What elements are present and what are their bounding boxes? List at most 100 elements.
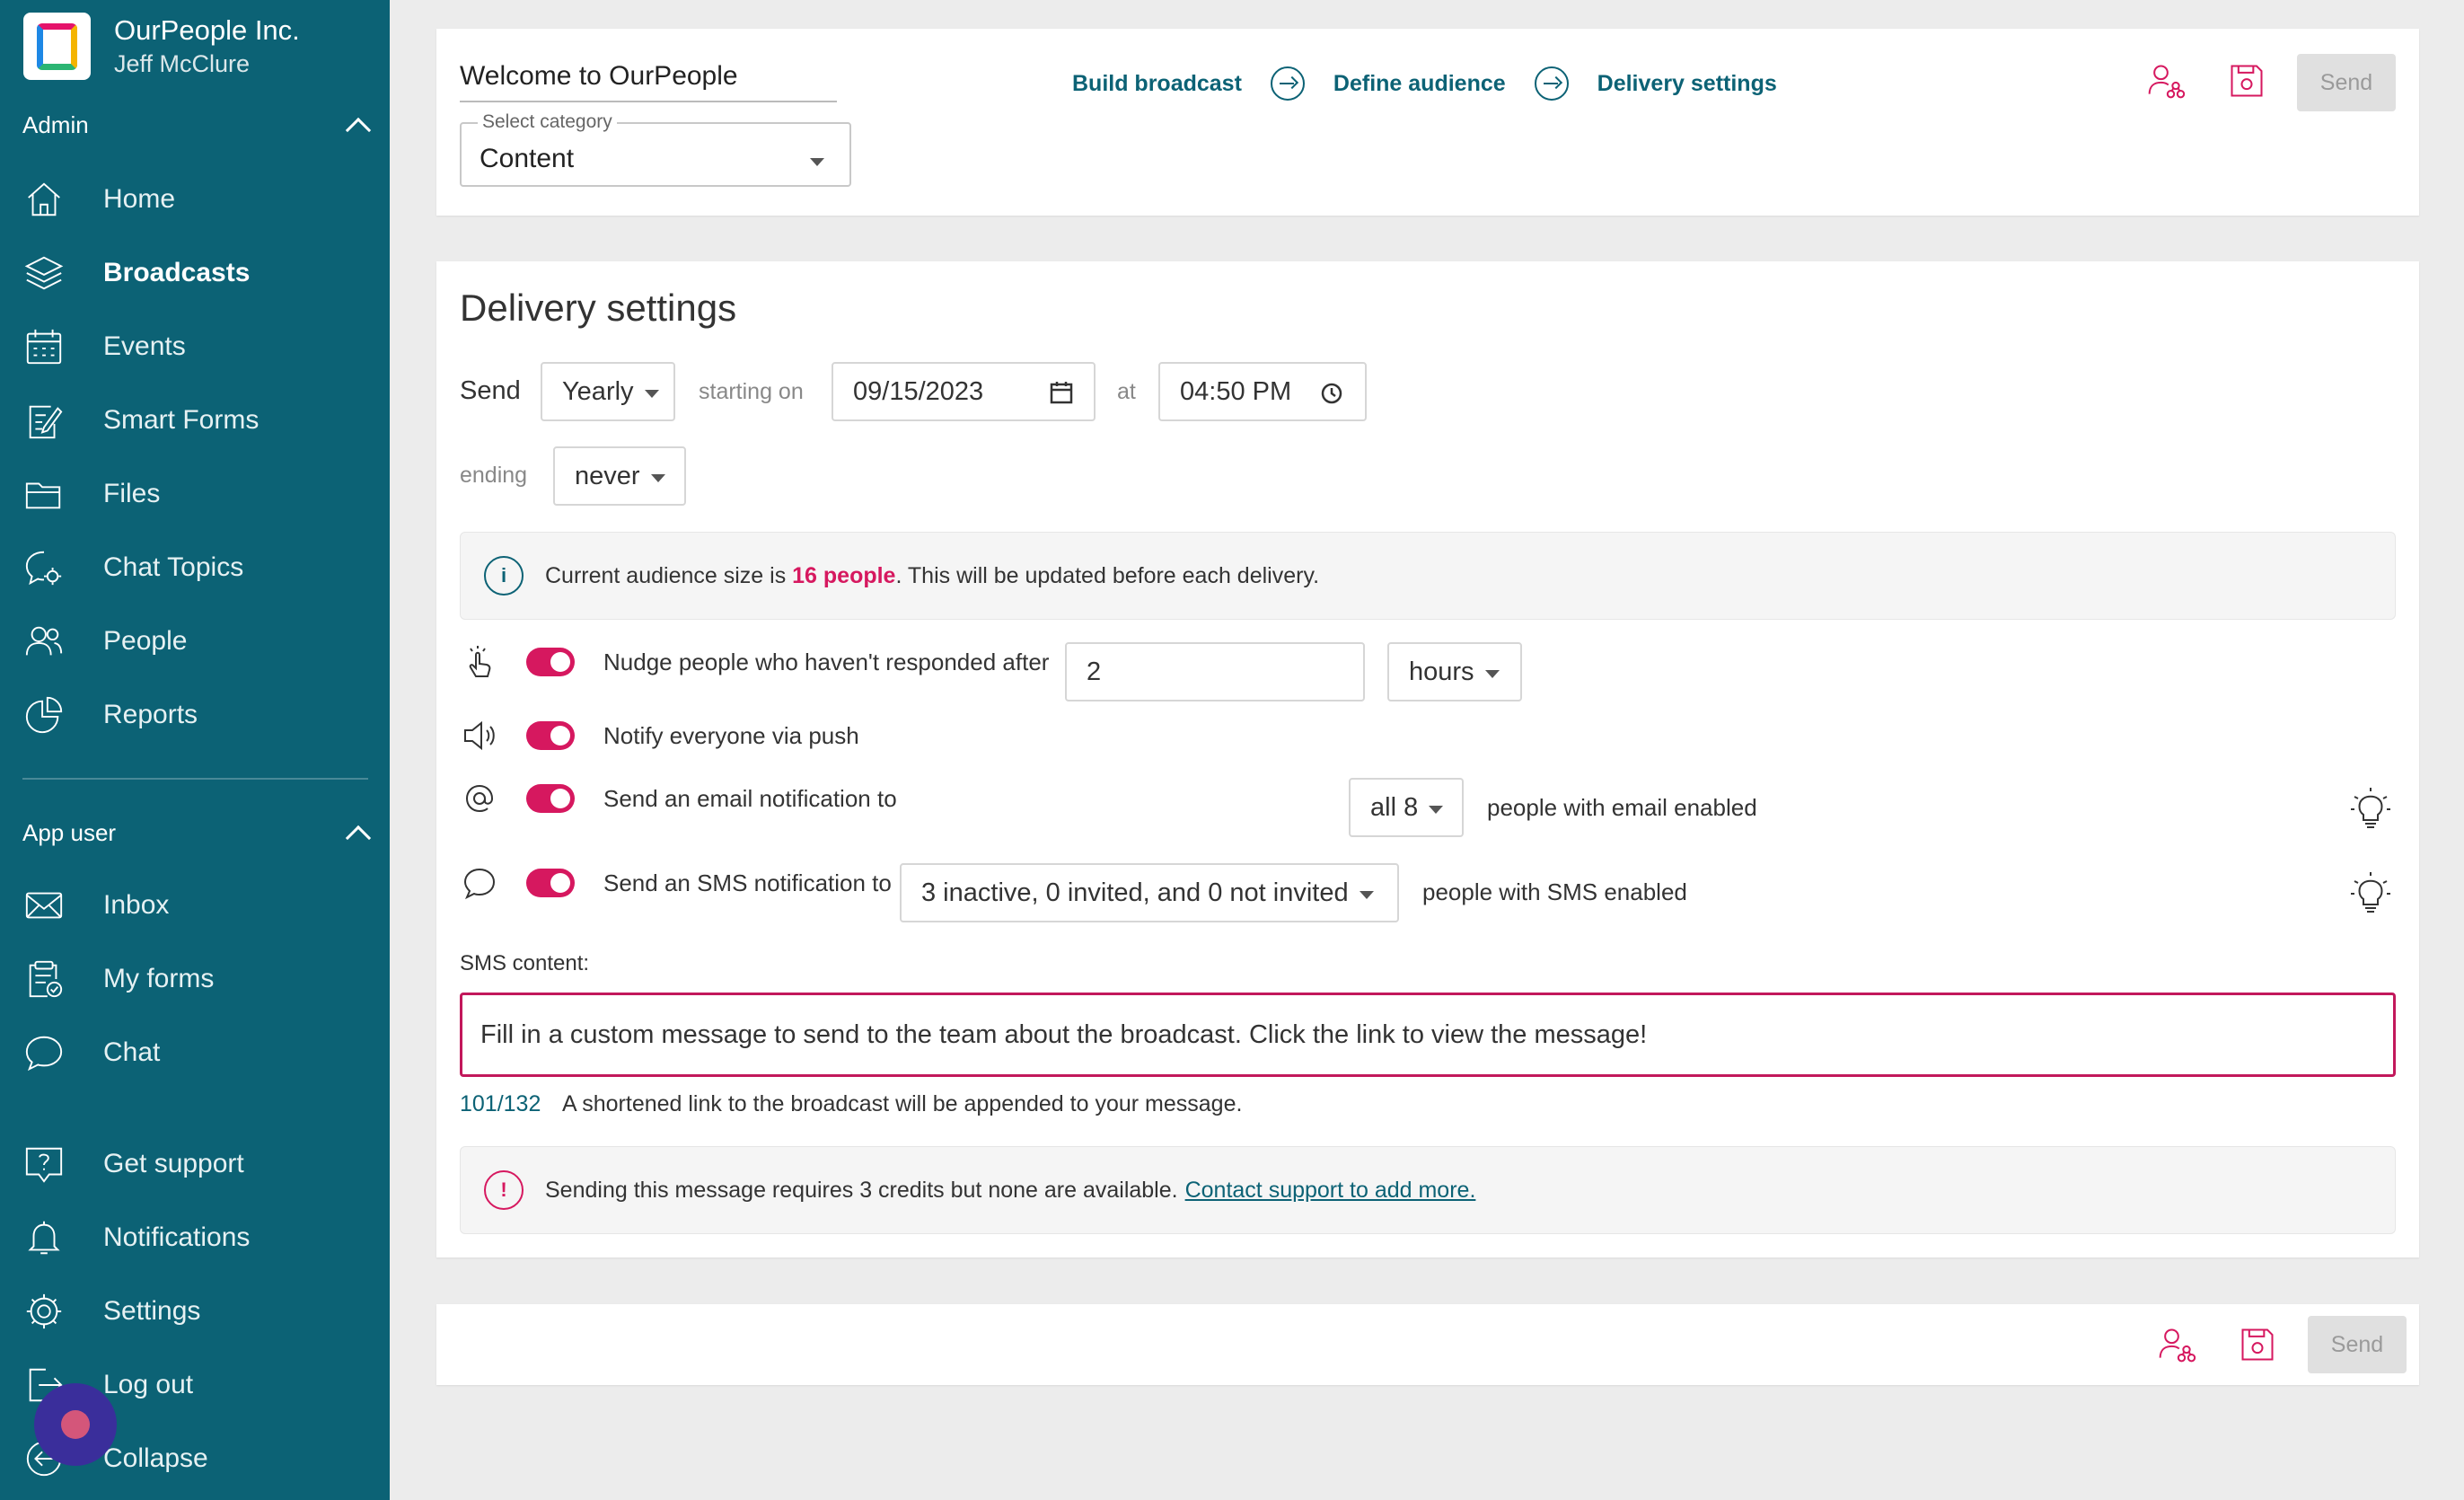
app-user-header-label: App user xyxy=(22,819,117,846)
push-label: Notify everyone via push xyxy=(603,721,859,749)
lightbulb-tip-icon[interactable] xyxy=(2347,869,2394,919)
send-button[interactable]: Send xyxy=(2308,1316,2407,1373)
sidebar-item-label: My forms xyxy=(103,964,215,993)
hand-pointer-icon xyxy=(460,642,499,682)
sms-toggle[interactable] xyxy=(526,869,575,897)
sidebar-item-get-support[interactable]: Get support xyxy=(22,1139,244,1189)
sidebar-item-people[interactable]: People xyxy=(22,616,187,666)
speaker-icon xyxy=(460,716,499,755)
sidebar-item-label: Reports xyxy=(103,700,198,729)
nudge-unit-value: hours xyxy=(1409,657,1474,686)
sidebar-item-label: Inbox xyxy=(103,890,170,920)
start-date-input[interactable]: 09/15/2023 xyxy=(832,362,1096,421)
sms-label: Send an SMS notification to xyxy=(603,869,892,896)
sidebar-item-label: Events xyxy=(103,331,186,361)
sidebar-item-notifications[interactable]: Notifications xyxy=(22,1213,250,1263)
category-select[interactable]: Select category Content xyxy=(460,111,851,187)
brand: OurPeople Inc. Jeff McClure xyxy=(23,13,300,80)
sidebar-item-my-forms[interactable]: My forms xyxy=(22,954,214,1004)
sidebar-item-settings[interactable]: Settings xyxy=(22,1286,200,1337)
time-input[interactable]: 04:50 PM xyxy=(1158,362,1367,421)
nudge-unit-select[interactable]: hours xyxy=(1387,642,1522,701)
save-icon xyxy=(2231,65,2263,97)
sms-target-select[interactable]: 3 inactive, 0 invited, and 0 not invited xyxy=(900,863,1399,922)
sidebar-item-chat[interactable]: Chat xyxy=(22,1028,160,1078)
folder-icon xyxy=(22,472,66,516)
sms-row: Send an SMS notification to xyxy=(460,863,892,903)
save-button[interactable] xyxy=(2234,1321,2281,1368)
wizard-steps: Build broadcast Define audience Delivery… xyxy=(1072,66,1777,101)
sidebar-item-events[interactable]: Events xyxy=(22,322,186,372)
chat-launcher-bubble[interactable] xyxy=(34,1383,117,1466)
pie-chart-icon xyxy=(22,693,66,737)
sidebar-item-label: Files xyxy=(103,479,161,508)
sidebar-item-home[interactable]: Home xyxy=(22,174,175,225)
chat-topics-icon xyxy=(22,546,66,589)
app-user-section-header[interactable]: App user xyxy=(22,819,372,851)
at-label: at xyxy=(1117,379,1136,404)
starting-on-label: starting on xyxy=(699,379,804,404)
calendar-icon xyxy=(22,325,66,368)
delivery-settings-card: Delivery settings Send Yearly starting o… xyxy=(436,261,2419,1257)
clock-icon[interactable] xyxy=(1320,382,1343,405)
lightbulb-tip-icon[interactable] xyxy=(2347,784,2394,834)
credits-warning-text: Sending this message requires 3 credits … xyxy=(545,1177,1178,1203)
calendar-icon[interactable] xyxy=(1049,380,1074,405)
email-toggle[interactable] xyxy=(526,784,575,813)
step-delivery-settings[interactable]: Delivery settings xyxy=(1597,71,1777,97)
frequency-select[interactable]: Yearly xyxy=(541,362,675,421)
ending-select[interactable]: never xyxy=(553,446,686,506)
step-define-audience[interactable]: Define audience xyxy=(1333,71,1506,97)
sidebar-item-label: Notifications xyxy=(103,1222,251,1252)
people-icon xyxy=(22,620,66,663)
category-value: Content xyxy=(480,144,575,173)
chevron-up-icon xyxy=(345,825,372,851)
push-toggle[interactable] xyxy=(526,721,575,750)
ourpeople-logo xyxy=(23,13,91,80)
sidebar-item-inbox[interactable]: Inbox xyxy=(22,880,169,931)
sidebar-item-label: Collapse xyxy=(103,1443,208,1473)
admin-header-label: Admin xyxy=(22,111,89,138)
clipboard-icon xyxy=(22,957,66,1001)
org-name: OurPeople Inc. xyxy=(114,13,300,46)
home-icon xyxy=(22,178,66,221)
sidebar-item-label: Broadcasts xyxy=(103,258,251,287)
audience-icon xyxy=(2148,65,2186,99)
ending-value: never xyxy=(575,461,640,490)
save-icon xyxy=(2241,1328,2274,1361)
admin-section-header[interactable]: Admin xyxy=(22,111,372,143)
send-button[interactable]: Send xyxy=(2297,54,2396,111)
audience-icon xyxy=(2159,1328,2196,1363)
sms-content-input[interactable]: Fill in a custom message to send to the … xyxy=(460,993,2396,1077)
step-build-broadcast[interactable]: Build broadcast xyxy=(1072,71,1242,97)
speech-bubble-icon xyxy=(460,863,499,903)
chevron-up-icon xyxy=(345,117,372,143)
credits-warning-bar: ! Sending this message requires 3 credit… xyxy=(460,1146,2396,1234)
sidebar-item-label: Log out xyxy=(103,1370,194,1399)
sidebar-item-reports[interactable]: Reports xyxy=(22,690,198,740)
sms-suffix: people with SMS enabled xyxy=(1422,878,1687,905)
email-target-select[interactable]: all 8 xyxy=(1349,778,1464,837)
sidebar-item-broadcasts[interactable]: Broadcasts xyxy=(22,248,250,298)
sidebar-item-label: Smart Forms xyxy=(103,405,260,435)
sidebar-item-files[interactable]: Files xyxy=(22,469,160,519)
contact-support-link[interactable]: Contact support to add more. xyxy=(1185,1178,1476,1203)
audience-button[interactable] xyxy=(2153,1321,2200,1368)
save-button[interactable] xyxy=(2223,57,2270,104)
broadcast-header-card: Welcome to OurPeople Select category Con… xyxy=(436,29,2419,216)
nudge-toggle[interactable] xyxy=(526,648,575,676)
category-label: Select category xyxy=(478,111,617,133)
push-row: Notify everyone via push xyxy=(460,716,859,755)
broadcast-title-input[interactable]: Welcome to OurPeople xyxy=(460,56,837,102)
time-value: 04:50 PM xyxy=(1180,376,1292,406)
gear-icon xyxy=(22,1290,66,1333)
nudge-value-input[interactable]: 2 xyxy=(1065,642,1365,701)
sidebar-item-smart-forms[interactable]: Smart Forms xyxy=(22,395,259,446)
caret-down-icon xyxy=(1484,669,1500,678)
audience-count: 16 people xyxy=(792,562,896,588)
sidebar-item-chat-topics[interactable]: Chat Topics xyxy=(22,543,243,593)
caret-down-icon xyxy=(650,473,665,482)
nudge-label: Nudge people who haven't responded after xyxy=(603,648,1050,675)
sidebar-item-label: People xyxy=(103,626,188,656)
audience-button[interactable] xyxy=(2143,57,2189,104)
